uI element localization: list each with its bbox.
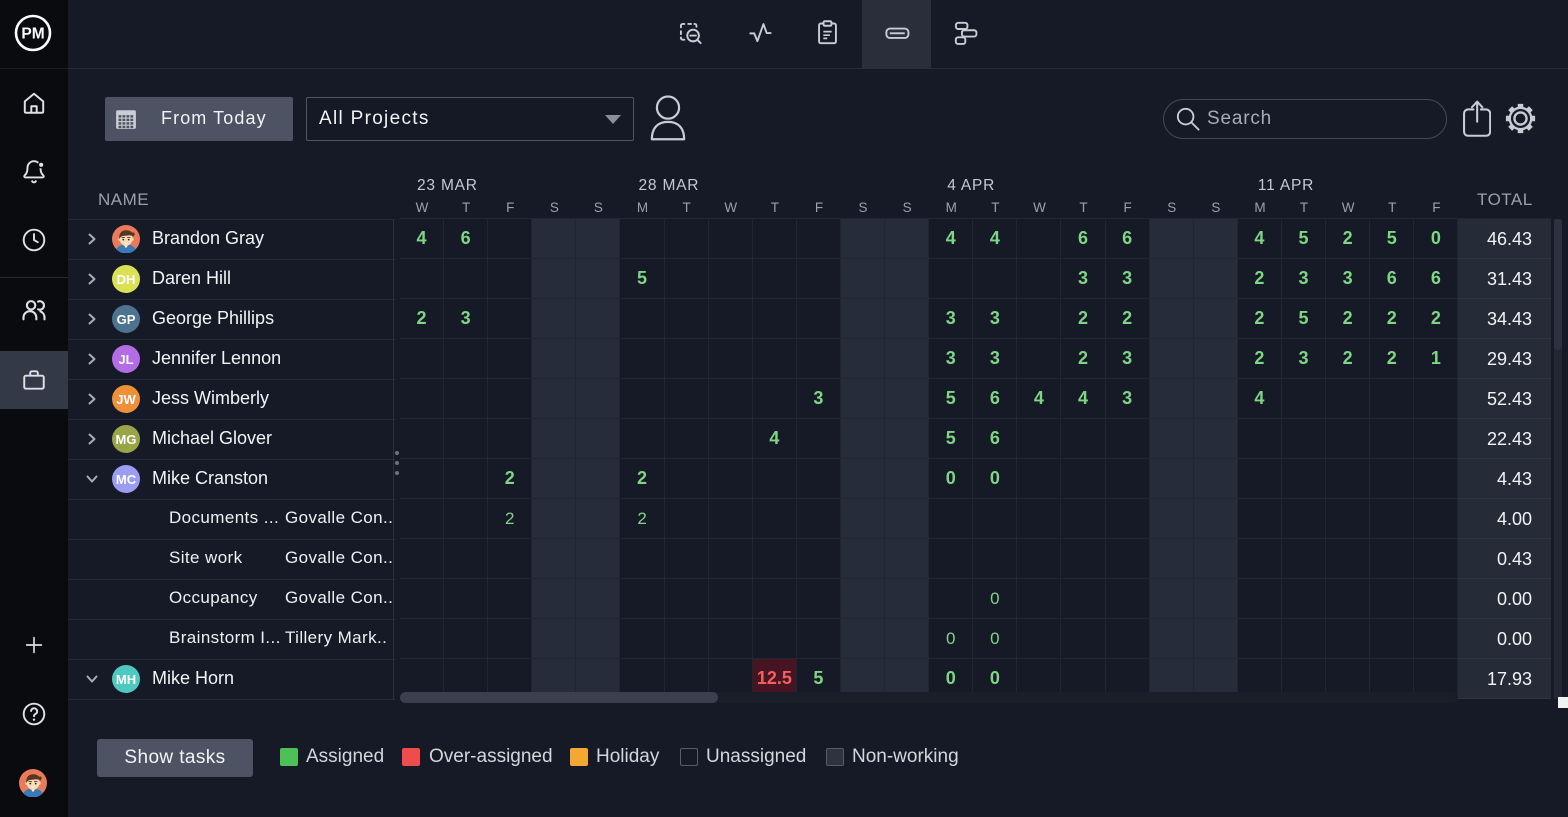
svg-text:PM: PM — [21, 26, 44, 43]
